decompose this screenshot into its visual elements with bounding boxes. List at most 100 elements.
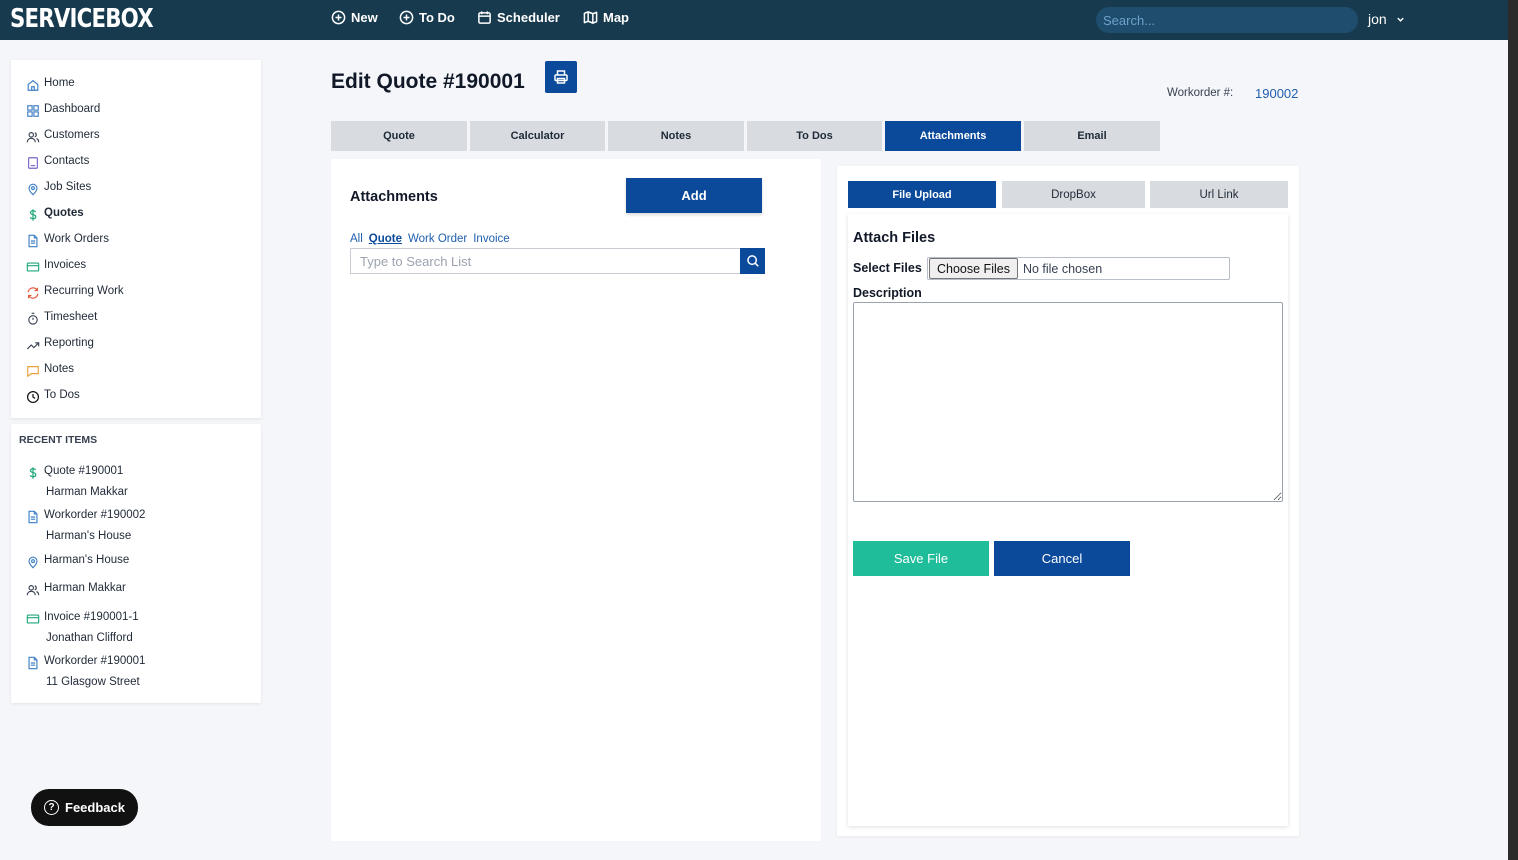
new-button[interactable]: New xyxy=(331,10,378,25)
sidebar-item-reporting[interactable]: Reporting xyxy=(26,332,94,354)
dollar-icon xyxy=(29,467,37,479)
filter-work-order[interactable]: Work Order xyxy=(408,233,467,245)
sidebar-item-job-sites[interactable]: Job Sites xyxy=(26,176,91,198)
subtab-url-link[interactable]: Url Link xyxy=(1150,181,1288,208)
list-search-input[interactable] xyxy=(350,248,741,274)
recent-item-customer[interactable]: Harman Makkar xyxy=(26,579,126,597)
calendar-icon xyxy=(478,11,491,24)
global-search-input[interactable] xyxy=(1096,7,1358,33)
choose-files-button[interactable]: Choose Files xyxy=(929,258,1018,279)
list-search-button[interactable] xyxy=(740,248,765,274)
users-icon xyxy=(26,585,40,596)
todo-label: To Do xyxy=(419,10,455,25)
filter-all[interactable]: All xyxy=(350,233,363,245)
document-icon xyxy=(28,234,38,248)
window-edge xyxy=(1508,0,1518,860)
description-textarea[interactable] xyxy=(853,302,1283,502)
sidebar-item-label: Contacts xyxy=(44,155,90,167)
tab-to-dos[interactable]: To Dos xyxy=(747,121,882,151)
description-label: Description xyxy=(853,286,922,300)
sidebar-item-dashboard[interactable]: Dashboard xyxy=(26,98,100,120)
credit-card-icon xyxy=(26,262,40,272)
tab-quote[interactable]: Quote xyxy=(331,121,467,151)
add-attachment-button[interactable]: Add xyxy=(626,178,762,213)
sidebar-item-customers[interactable]: Customers xyxy=(26,124,100,146)
sidebar-item-to-dos[interactable]: To Dos xyxy=(26,384,80,406)
comment-icon xyxy=(27,366,39,378)
dollar-icon xyxy=(29,209,37,221)
app-logo[interactable]: SERVICEBOX xyxy=(10,4,154,34)
workorder-link[interactable]: 190002 xyxy=(1255,86,1298,101)
subtab-dropbox[interactable]: DropBox xyxy=(1002,181,1145,208)
sidebar-item-label: Quotes xyxy=(44,207,84,219)
save-file-button[interactable]: Save File xyxy=(853,541,989,576)
sidebar-item-label: Reporting xyxy=(44,337,94,349)
file-input[interactable]: Choose Files No file chosen xyxy=(927,257,1230,280)
trend-icon xyxy=(26,342,40,350)
sidebar-item-label: Timesheet xyxy=(44,311,98,323)
tab-calculator[interactable]: Calculator xyxy=(470,121,605,151)
recent-item-job-site[interactable]: Harman's House xyxy=(26,551,129,569)
recent-item-quote[interactable]: Quote #190001 Harman Makkar xyxy=(26,462,128,498)
workorder-label: Workorder #: xyxy=(1167,87,1234,99)
sidebar-item-recurring-work[interactable]: Recurring Work xyxy=(26,280,124,302)
attachments-list-panel: Attachments Add All Quote Work Order Inv… xyxy=(331,159,821,841)
sidebar-item-timesheet[interactable]: Timesheet xyxy=(26,306,97,328)
sidebar-item-home[interactable]: Home xyxy=(26,72,75,94)
users-icon xyxy=(26,132,40,143)
document-icon xyxy=(28,656,38,670)
feedback-button[interactable]: ? Feedback xyxy=(31,789,138,826)
tab-email[interactable]: Email xyxy=(1024,121,1160,151)
location-pin-icon xyxy=(28,183,38,196)
subtab-file-upload[interactable]: File Upload xyxy=(848,181,996,208)
tab-attachments[interactable]: Attachments xyxy=(885,121,1021,151)
filter-invoice[interactable]: Invoice xyxy=(473,233,509,245)
sidebar-item-label: Work Orders xyxy=(44,233,109,245)
credit-card-icon xyxy=(26,614,40,624)
recent-item-title: Harman's House xyxy=(44,554,130,566)
recent-item-title: Invoice #190001-1 xyxy=(44,611,139,623)
tab-notes[interactable]: Notes xyxy=(608,121,744,151)
question-icon: ? xyxy=(44,800,59,815)
sidebar-item-label: Job Sites xyxy=(44,181,92,193)
sidebar-item-label: Dashboard xyxy=(44,103,101,115)
map-icon xyxy=(583,11,598,24)
recent-item-subtitle: 11 Glasgow Street xyxy=(46,676,140,688)
sidebar-item-work-orders[interactable]: Work Orders xyxy=(26,228,109,250)
sidebar-item-contacts[interactable]: Contacts xyxy=(26,150,89,172)
file-status-text: No file chosen xyxy=(1022,261,1103,276)
document-icon xyxy=(28,510,38,524)
sidebar-item-invoices[interactable]: Invoices xyxy=(26,254,86,276)
sidebar-item-label: Notes xyxy=(44,363,75,375)
recent-item-subtitle: Jonathan Clifford xyxy=(46,632,133,644)
feedback-label: Feedback xyxy=(65,800,125,815)
cancel-button[interactable]: Cancel xyxy=(994,541,1130,576)
location-pin-icon xyxy=(28,556,38,569)
sidebar-item-notes[interactable]: Notes xyxy=(26,358,74,380)
map-button[interactable]: Map xyxy=(583,10,629,25)
todo-button[interactable]: To Do xyxy=(399,10,455,25)
attachments-title: Attachments xyxy=(350,189,438,205)
sidebar-item-label: Recurring Work xyxy=(44,285,124,297)
user-menu[interactable]: jon xyxy=(1368,11,1405,27)
sidebar-item-label: Invoices xyxy=(44,259,87,271)
recent-item-title: Harman Makkar xyxy=(44,582,126,594)
print-button[interactable] xyxy=(545,61,577,93)
sidebar-item-quotes[interactable]: Quotes xyxy=(26,202,84,224)
new-label: New xyxy=(351,10,378,25)
recent-item-subtitle: Harman Makkar xyxy=(46,486,128,498)
attachment-filters: All Quote Work Order Invoice xyxy=(350,233,510,245)
recent-item-workorder[interactable]: Workorder #190002 Harman's House xyxy=(26,506,145,542)
stopwatch-icon xyxy=(28,312,38,325)
recent-item-workorder[interactable]: Workorder #190001 11 Glasgow Street xyxy=(26,652,145,688)
recent-item-invoice[interactable]: Invoice #190001-1 Jonathan Clifford xyxy=(26,608,139,644)
recurring-icon xyxy=(27,287,39,299)
plus-circle-icon xyxy=(331,10,346,25)
sidebar-item-label: Customers xyxy=(44,129,100,141)
scheduler-button[interactable]: Scheduler xyxy=(477,10,560,25)
clock-icon xyxy=(26,390,40,404)
filter-quote[interactable]: Quote xyxy=(369,233,402,245)
dashboard-icon xyxy=(27,105,39,117)
map-label: Map xyxy=(603,10,629,25)
printer-icon xyxy=(554,70,568,84)
